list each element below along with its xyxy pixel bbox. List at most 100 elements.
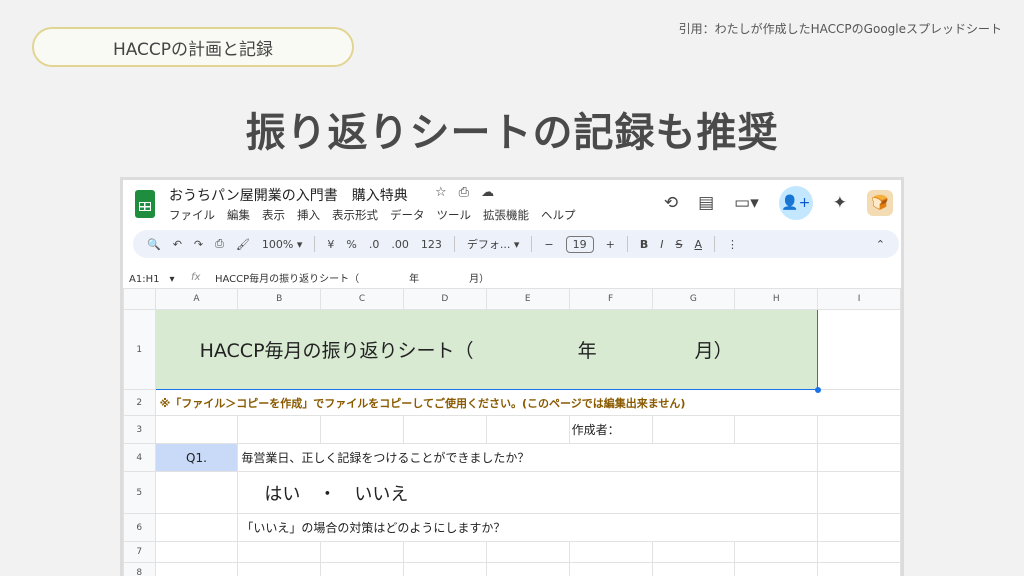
column-header[interactable]: E <box>485 288 570 310</box>
percent-button[interactable]: % <box>346 238 356 251</box>
gemini-icon[interactable]: ✦ <box>833 193 847 213</box>
formula-input[interactable]: HACCP毎月の振り返りシート（ 年 月） <box>215 270 489 285</box>
menu-insert[interactable]: 挿入 <box>297 207 320 223</box>
zoom-select[interactable]: 100% ▾ <box>262 238 302 251</box>
font-size-increase-button[interactable]: + <box>606 238 615 251</box>
column-header[interactable]: I <box>817 288 901 310</box>
cell[interactable] <box>485 562 570 576</box>
history-icon[interactable]: ⟲ <box>664 193 678 213</box>
author-label-cell[interactable]: 作成者： <box>568 415 653 444</box>
font-size-input[interactable]: 19 <box>565 235 594 253</box>
cell[interactable] <box>817 443 901 472</box>
move-folder-icon[interactable]: ⎙ <box>459 185 469 200</box>
row-header[interactable]: 8 <box>123 562 156 576</box>
copy-instruction-cell[interactable]: ※「ファイル＞コピーを作成」でファイルをコピーしてご使用ください。(このページで… <box>154 389 901 416</box>
avatar[interactable]: 🍞 <box>867 190 893 216</box>
star-icon[interactable]: ☆ <box>435 185 447 200</box>
sheet-title-cell[interactable]: HACCP毎月の振り返りシート（ 年 月） <box>154 309 822 393</box>
menu-extensions[interactable]: 拡張機能 <box>483 207 529 223</box>
row-header[interactable]: 3 <box>123 415 156 444</box>
cell[interactable] <box>485 541 570 563</box>
strikethrough-button[interactable]: S <box>675 238 682 251</box>
cell[interactable] <box>651 541 736 563</box>
paint-format-icon[interactable]: 🖌 <box>236 238 250 251</box>
cell[interactable] <box>568 562 653 576</box>
cell[interactable] <box>320 562 404 576</box>
cell[interactable] <box>734 541 819 563</box>
menu-tools[interactable]: ツール <box>437 207 472 223</box>
comment-icon[interactable]: ▤ <box>698 193 714 213</box>
row-header[interactable]: 4 <box>123 443 156 472</box>
font-size-decrease-button[interactable]: − <box>544 238 553 251</box>
cell[interactable] <box>237 562 322 576</box>
cell[interactable] <box>402 562 487 576</box>
currency-button[interactable]: ¥ <box>327 238 334 251</box>
row-header[interactable]: 5 <box>123 471 156 514</box>
cell[interactable] <box>154 562 239 576</box>
doc-title[interactable]: おうちパン屋開業の入門書 購入特典 <box>169 185 408 205</box>
cell[interactable] <box>320 415 404 444</box>
column-header[interactable]: H <box>734 288 819 310</box>
collapse-toolbar-icon[interactable]: ⌃ <box>876 238 885 251</box>
share-icon[interactable]: 👤+ <box>778 186 813 220</box>
cell[interactable] <box>154 541 239 563</box>
row-header[interactable]: 6 <box>123 513 156 542</box>
column-header[interactable]: G <box>651 288 736 310</box>
column-header[interactable]: A <box>154 288 239 310</box>
search-icon[interactable]: 🔍 <box>147 238 161 251</box>
font-select[interactable]: デフォ... ▾ <box>467 236 520 252</box>
decrease-decimal-button[interactable]: .0 <box>369 238 380 251</box>
menu-edit[interactable]: 編集 <box>227 207 250 223</box>
text-color-button[interactable]: A <box>694 238 702 251</box>
cell[interactable] <box>402 541 487 563</box>
row-header[interactable]: 7 <box>123 541 156 563</box>
redo-icon[interactable]: ↷ <box>194 238 203 251</box>
menu-file[interactable]: ファイル <box>169 207 215 223</box>
row-header[interactable]: 2 <box>123 389 156 416</box>
menu-data[interactable]: データ <box>390 207 425 223</box>
name-box[interactable]: A1:H1 ▾ <box>123 270 191 285</box>
cell[interactable] <box>568 541 653 563</box>
menu-format[interactable]: 表示形式 <box>332 207 378 223</box>
column-header[interactable]: C <box>320 288 404 310</box>
menu-help[interactable]: ヘルプ <box>541 207 576 223</box>
cell[interactable] <box>651 562 736 576</box>
column-header[interactable]: F <box>568 288 653 310</box>
increase-decimal-button[interactable]: .00 <box>391 238 409 251</box>
cell[interactable] <box>734 562 819 576</box>
menu-view[interactable]: 表示 <box>262 207 285 223</box>
followup-question-cell[interactable]: 「いいえ」の場合の対策はどのようにしますか？ <box>237 513 819 542</box>
cell[interactable] <box>154 471 239 514</box>
select-all-corner[interactable] <box>123 288 156 310</box>
more-options-icon[interactable]: ⋮ <box>727 238 738 251</box>
cell[interactable] <box>651 415 736 444</box>
video-call-icon[interactable]: ▭▾ <box>734 193 759 213</box>
cell[interactable] <box>320 541 404 563</box>
row-header[interactable]: 1 <box>123 309 156 390</box>
column-header[interactable]: B <box>237 288 322 310</box>
cell[interactable] <box>817 309 901 390</box>
number-format-button[interactable]: 123 <box>421 238 442 251</box>
cell[interactable] <box>817 541 901 563</box>
cell[interactable] <box>237 541 322 563</box>
cell[interactable] <box>817 471 901 514</box>
sheets-logo-icon[interactable] <box>135 190 155 218</box>
cell[interactable] <box>154 415 239 444</box>
cell[interactable] <box>402 415 487 444</box>
cell[interactable] <box>817 415 901 444</box>
question-cell[interactable]: 毎営業日、正しく記録をつけることができましたか？ <box>237 443 819 472</box>
cell[interactable] <box>154 513 239 542</box>
cell[interactable] <box>817 513 901 542</box>
cell[interactable] <box>734 415 819 444</box>
answer-cell[interactable]: はい ・ いいえ <box>237 471 819 514</box>
italic-button[interactable]: I <box>660 238 663 251</box>
cloud-status-icon[interactable]: ☁ <box>481 185 494 200</box>
question-number-cell[interactable]: Q1. <box>154 443 239 472</box>
cell[interactable] <box>485 415 570 444</box>
cell[interactable] <box>817 562 901 576</box>
cell[interactable] <box>237 415 322 444</box>
column-header[interactable]: D <box>402 288 487 310</box>
bold-button[interactable]: B <box>640 238 648 251</box>
undo-icon[interactable]: ↶ <box>173 238 182 251</box>
print-icon[interactable]: ⎙ <box>215 237 224 251</box>
